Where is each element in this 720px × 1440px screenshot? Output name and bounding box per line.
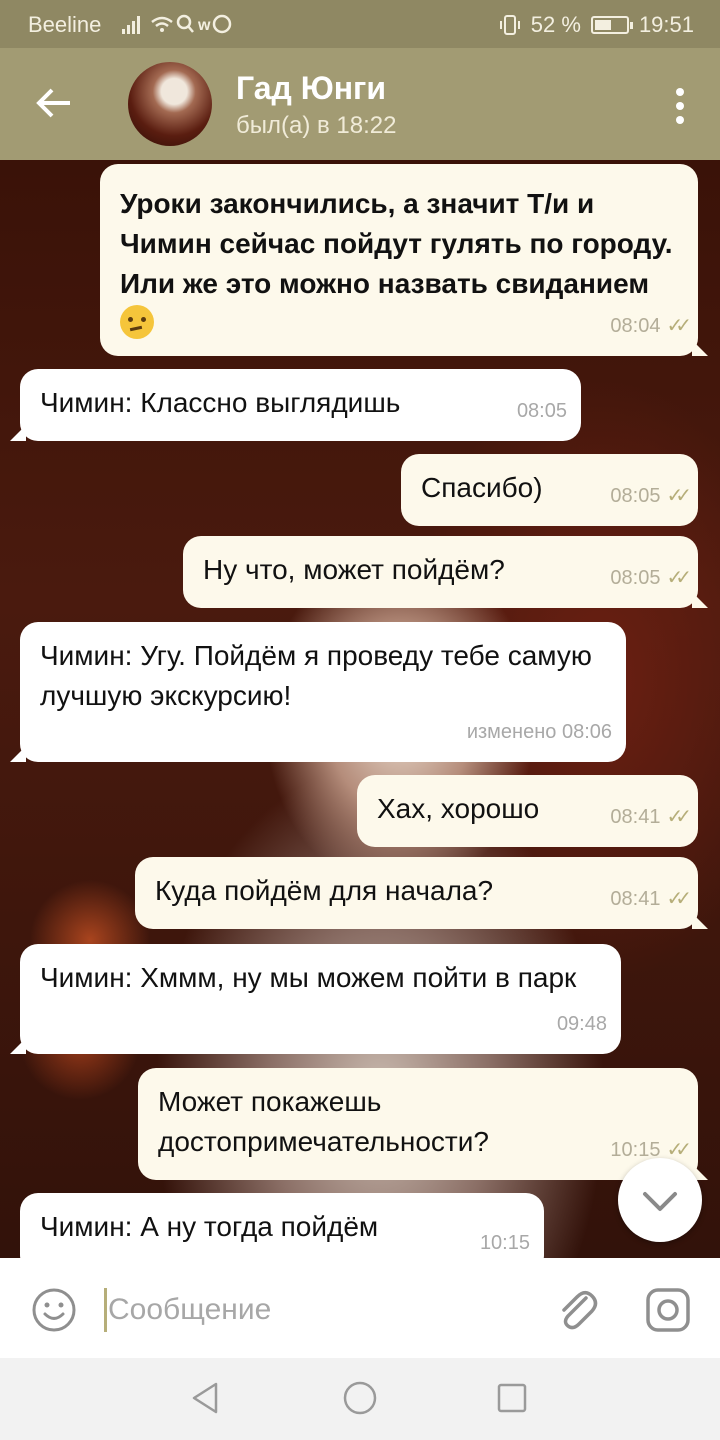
- battery-fill: [594, 20, 611, 30]
- message-time: 10:15: [479, 1232, 530, 1254]
- message-time: 08:05: [610, 485, 661, 507]
- battery-icon: [590, 16, 633, 34]
- message-bubble-outgoing[interactable]: Ну что, может пойдём? 08:05 ✓✓: [183, 536, 708, 608]
- message-input-bar: [0, 1258, 720, 1358]
- carrier-name: Beeline: [28, 12, 102, 37]
- read-checkmarks-icon: ✓✓: [666, 485, 691, 507]
- message-bubble-outgoing[interactable]: Хах, хорошо 08:41 ✓✓: [357, 775, 698, 847]
- message-bubble-outgoing[interactable]: Куда пойдём для начала? 08:41 ✓✓: [135, 857, 708, 929]
- message-input[interactable]: [108, 1288, 528, 1332]
- paperclip-icon[interactable]: [552, 1284, 600, 1334]
- text-cursor: [104, 1288, 107, 1332]
- message-meta: 09:48: [557, 1004, 607, 1044]
- message-time: 08:41: [610, 888, 661, 910]
- message-list[interactable]: Уроки закончились, а значит Т/и и Чимин …: [0, 160, 720, 1258]
- read-checkmarks-icon: ✓✓: [666, 888, 691, 910]
- chat-title[interactable]: Гад Юнги: [236, 70, 386, 107]
- message-text: Куда пойдём для начала?: [155, 875, 494, 906]
- message-meta: 08:04 ✓✓: [610, 306, 691, 346]
- thinking-face-icon: [120, 305, 154, 339]
- message-bubble-incoming[interactable]: Чимин: Классно выглядишь 08:05: [10, 369, 581, 441]
- read-checkmarks-icon: ✓✓: [666, 806, 691, 828]
- message-meta: 08:05 ✓✓: [610, 476, 691, 516]
- status-bar: Beeline w 52 % 19:51: [0, 0, 720, 48]
- message-text: Ну что, может пойдём?: [203, 554, 505, 585]
- message-meta: 08:05: [517, 391, 567, 431]
- status-right: 52 % 19:51: [499, 12, 694, 38]
- message-time: изменено 08:06: [466, 721, 612, 743]
- read-checkmarks-icon: ✓✓: [666, 315, 691, 337]
- read-checkmarks-icon: ✓✓: [666, 567, 691, 589]
- message-meta: 08:41 ✓✓: [610, 797, 691, 837]
- message-bubble-incoming[interactable]: Чимин: А ну тогда пойдём 10:15: [10, 1193, 544, 1258]
- message-text: Чимин: Хммм, ну мы можем пойти в парк: [40, 962, 577, 993]
- chevron-down-icon: [643, 1192, 677, 1211]
- message-meta: 08:05 ✓✓: [610, 558, 691, 598]
- avatar[interactable]: [128, 62, 212, 146]
- message-meta: 10:15: [480, 1223, 530, 1258]
- message-text: Может покажешь достопримечательности?: [158, 1086, 489, 1157]
- battery-percent: 52 %: [530, 12, 581, 37]
- last-seen-status: был(а) в 18:22: [236, 112, 397, 139]
- more-options-icon[interactable]: [674, 86, 686, 126]
- message-text: Уроки закончились, а значит Т/и и Чимин …: [120, 184, 678, 344]
- back-arrow-icon[interactable]: [30, 78, 80, 128]
- message-time: 08:41: [610, 806, 661, 828]
- nav-back-icon[interactable]: [188, 1380, 224, 1416]
- chat-header: Гад Юнги был(а) в 18:22: [0, 48, 720, 160]
- nav-recent-apps-icon[interactable]: [496, 1382, 528, 1414]
- message-bubble-outgoing[interactable]: Уроки закончились, а значит Т/и и Чимин …: [100, 164, 708, 356]
- nav-home-icon[interactable]: [342, 1380, 378, 1416]
- emoji-icon[interactable]: [30, 1286, 78, 1334]
- message-bubble-outgoing[interactable]: Спасибо) 08:05 ✓✓: [401, 454, 698, 526]
- message-bubble-incoming[interactable]: Чимин: Хммм, ну мы можем пойти в парк 09…: [10, 944, 621, 1054]
- message-text: Чимин: Классно выглядишь: [40, 387, 401, 418]
- message-bubble-incoming[interactable]: Чимин: Угу. Пойдём я проведу тебе самую …: [10, 622, 626, 762]
- message-meta: изменено 08:06: [467, 712, 612, 752]
- signal-icon: w: [122, 14, 232, 34]
- signal-wifi-icons: w: [122, 13, 232, 41]
- message-text: Чимин: Угу. Пойдём я проведу тебе самую …: [40, 640, 592, 711]
- message-text: Чимин: А ну тогда пойдём: [40, 1211, 379, 1242]
- message-time: 08:05: [516, 400, 567, 422]
- message-time: 09:48: [556, 1013, 607, 1035]
- message-bubble-outgoing[interactable]: Может покажешь достопримечательности? 10…: [138, 1068, 708, 1180]
- message-time: 08:05: [610, 567, 661, 589]
- clock: 19:51: [638, 12, 694, 37]
- vibrate-icon: [499, 15, 520, 35]
- camera-icon[interactable]: [644, 1286, 692, 1334]
- scroll-to-bottom-button[interactable]: [618, 1158, 702, 1242]
- message-meta: 08:41 ✓✓: [610, 879, 691, 919]
- message-time: 08:04: [610, 315, 661, 337]
- svg-text:w: w: [197, 17, 214, 34]
- system-navigation-bar: [0, 1358, 720, 1440]
